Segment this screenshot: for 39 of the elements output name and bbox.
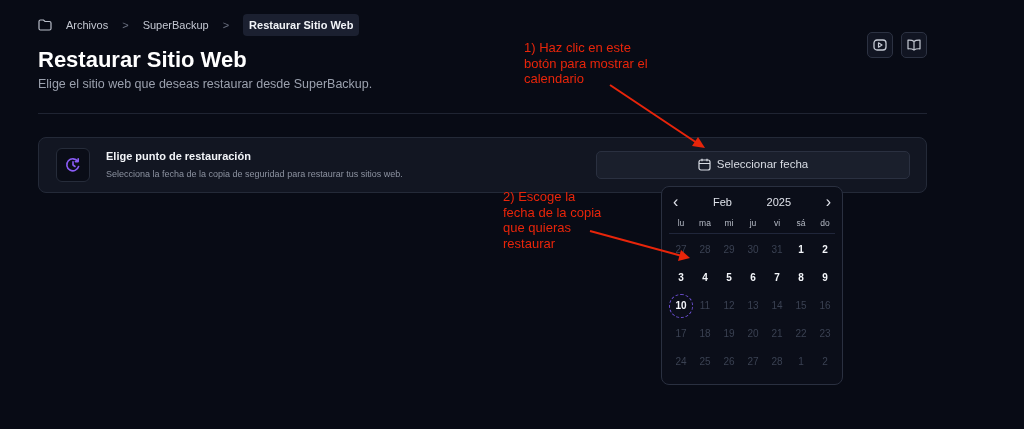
breadcrumb-separator: > — [222, 17, 230, 33]
calendar-day[interactable]: 7 — [765, 265, 789, 290]
clock-icon — [65, 156, 81, 173]
calendar-icon — [697, 158, 711, 172]
calendar-day[interactable]: 8 — [789, 265, 813, 290]
breadcrumb-item[interactable]: SuperBackup — [142, 16, 209, 34]
card-description: Selecciona la fecha de la copia de seguridad para restaurar tus sitios web. — [106, 167, 403, 181]
previous-month-button[interactable]: ‹ — [673, 193, 679, 210]
select-date-button[interactable]: Seleccionar fecha — [596, 150, 910, 179]
calendar-day[interactable]: 9 — [813, 265, 837, 290]
video-button[interactable] — [867, 32, 893, 58]
breadcrumb-item[interactable]: Archivos — [66, 16, 109, 34]
folder-icon — [38, 19, 52, 31]
weekday-label: lu — [676, 216, 686, 230]
play-icon — [873, 39, 887, 51]
weekday-label: vi — [772, 216, 782, 230]
page-title: Restaurar Sitio Web — [38, 48, 247, 73]
calendar-day[interactable]: 1 — [789, 237, 813, 262]
next-month-button[interactable]: › — [825, 193, 831, 210]
month-label: Feb — [712, 194, 732, 210]
docs-button[interactable] — [901, 32, 927, 58]
annotation-text: 1) Haz clic en este botón para mostrar el calendario — [524, 40, 648, 87]
calendar-day[interactable]: 5 — [717, 265, 741, 290]
weekday-label: sá — [795, 216, 807, 230]
breadcrumb-item[interactable]: Restaurar Sitio Web — [243, 13, 360, 37]
annotation-text: 2) Escoge la fecha de la copia que quieras restaurar — [503, 189, 602, 252]
breadcrumb-separator: > — [122, 17, 129, 33]
weekday-label: ma — [698, 216, 712, 230]
weekday-label: do — [819, 216, 831, 230]
year-label: 2025 — [766, 194, 792, 210]
page-subtitle: Elige el sitio web que deseas restaurar desde SuperBackup. — [38, 76, 373, 94]
book-icon — [907, 39, 921, 51]
calendar-day[interactable]: 3 — [669, 265, 693, 290]
calendar-day[interactable]: 2 — [813, 237, 837, 262]
weekday-label: mi — [723, 216, 735, 230]
card-title: Elige punto de restauración — [106, 149, 252, 165]
calendar-day[interactable]: 6 — [741, 265, 765, 290]
calendar-day[interactable]: 4 — [693, 265, 717, 290]
weekday-label: ju — [748, 216, 758, 230]
